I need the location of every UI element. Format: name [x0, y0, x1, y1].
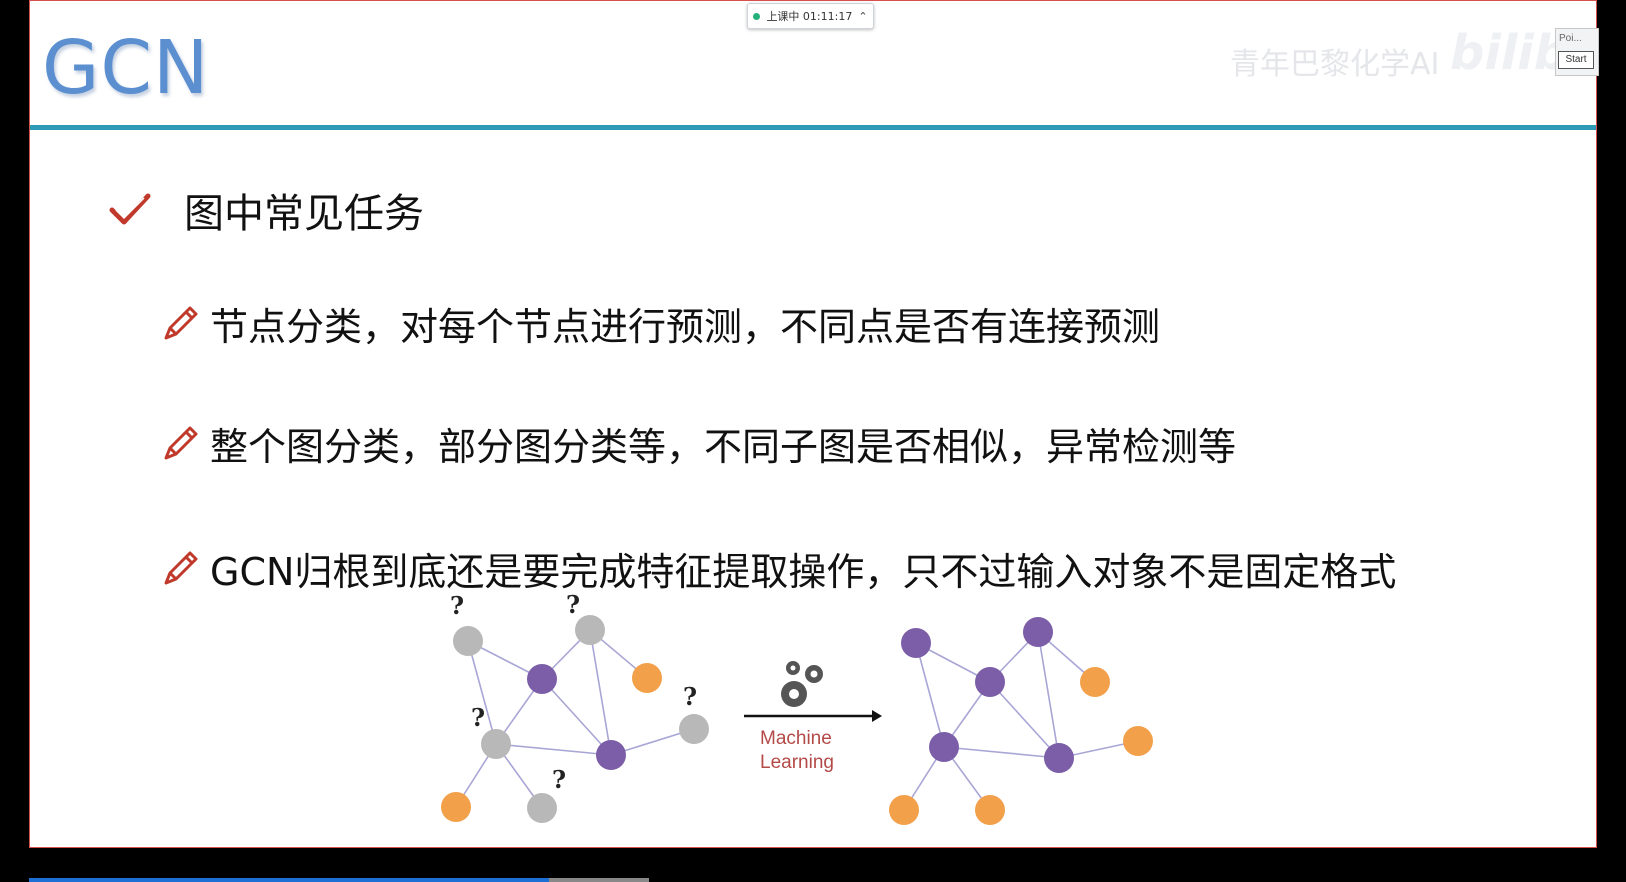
- question-mark: ?: [471, 703, 485, 732]
- start-button[interactable]: Start: [1558, 51, 1594, 69]
- graph-node: [453, 626, 483, 656]
- progress-bar-buffered: [549, 878, 649, 882]
- graph-diagram: ? ? ? ? ? Machine Learning: [441, 590, 1153, 825]
- watermark-text: 青年巴黎化学AI: [1230, 47, 1440, 82]
- progress-bar-played[interactable]: [29, 878, 549, 882]
- arrow-head: [872, 710, 882, 722]
- bottom-strip: [29, 848, 1597, 882]
- class-status-text: 上课中 01:11:17: [766, 10, 853, 23]
- graph-node: [527, 664, 557, 694]
- graph-node: [1080, 667, 1110, 697]
- pencil-icon: [164, 306, 198, 339]
- heading-text: 图中常见任务: [184, 191, 424, 237]
- graph-node: [481, 729, 511, 759]
- question-mark: ?: [552, 765, 566, 794]
- graph-node: [901, 628, 931, 658]
- class-status-pill[interactable]: 上课中 01:11:17 ⌃: [747, 3, 874, 29]
- graph-node: [1044, 743, 1074, 773]
- graph-node: [889, 795, 919, 825]
- pointer-panel: Poi... Start: [1555, 28, 1599, 76]
- checkmark-icon: [109, 193, 151, 225]
- graph-node: [596, 740, 626, 770]
- left-graph-edges: [455, 629, 695, 809]
- question-mark: ?: [450, 591, 464, 620]
- right-graph-edges: [903, 631, 1139, 811]
- graph-node: [575, 615, 605, 645]
- graph-node: [975, 667, 1005, 697]
- slide: GCN 青年巴黎化学AI bilibili 图中常见任务 节点分类，对每个节点进…: [29, 0, 1597, 848]
- live-dot-icon: [753, 12, 761, 20]
- graph-node: [929, 732, 959, 762]
- graph-node: [1023, 617, 1053, 647]
- question-mark: ?: [683, 682, 697, 711]
- pencil-icon: [164, 551, 198, 584]
- pencil-icon: [164, 426, 198, 459]
- slide-title: GCN: [42, 25, 210, 111]
- bullet-text: 节点分类，对每个节点进行预测，不同点是否有连接预测: [210, 305, 1161, 349]
- ml-label-line1: Machine: [760, 728, 832, 749]
- ml-label-line2: Learning: [760, 752, 834, 773]
- chevron-up-icon[interactable]: ⌃: [858, 10, 867, 23]
- pointer-panel-title: Poi...: [1559, 33, 1582, 44]
- question-mark: ?: [566, 590, 580, 619]
- graph-node: [975, 795, 1005, 825]
- graph-node: [441, 792, 471, 822]
- graph-node: [679, 714, 709, 744]
- gears-icon: [781, 661, 823, 707]
- heading-row: 图中常见任务: [108, 181, 424, 239]
- bullet-item: 节点分类，对每个节点进行预测，不同点是否有连接预测: [160, 296, 1160, 351]
- bullet-text: 整个图分类，部分图分类等，不同子图是否相似，异常检测等: [210, 425, 1237, 469]
- bullet-item: 整个图分类，部分图分类等，不同子图是否相似，异常检测等: [160, 416, 1236, 471]
- title-rule: [30, 125, 1596, 130]
- graph-node: [632, 663, 662, 693]
- graph-node: [527, 793, 557, 823]
- graph-node: [1123, 726, 1153, 756]
